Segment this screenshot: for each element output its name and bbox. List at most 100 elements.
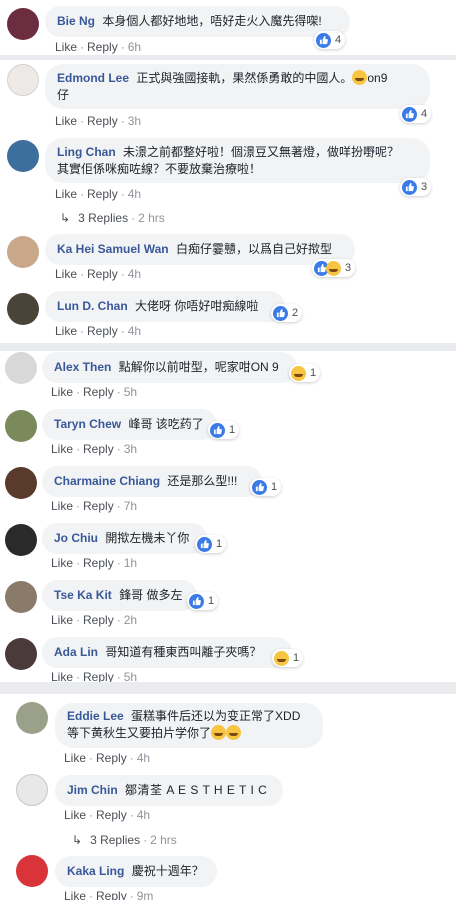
avatar[interactable] [16, 702, 48, 734]
comment-text: 點解你以前咁型，呢家咁ON 9 [118, 360, 279, 374]
reactions[interactable]: 1 [208, 421, 240, 439]
thumbs-up-icon [316, 32, 331, 48]
commenter-name[interactable]: Kaka Ling [67, 864, 124, 878]
avatar[interactable] [7, 140, 39, 172]
commenter-name[interactable]: Charmaine Chiang [54, 474, 160, 488]
commenter-name[interactable]: Alex Then [54, 360, 111, 374]
like-link[interactable]: Like [55, 114, 77, 128]
comment-bubble: Lun D. Chan 大佬呀 你唔好咁痴線啦 [45, 291, 285, 322]
like-link[interactable]: Like [51, 556, 73, 570]
avatar[interactable] [5, 524, 37, 556]
reply-link[interactable]: Reply [96, 808, 127, 822]
reply-link[interactable]: Reply [87, 114, 118, 128]
reply-link[interactable]: Reply [83, 442, 114, 456]
timestamp[interactable]: 4h [137, 751, 150, 765]
like-link[interactable]: Like [64, 889, 86, 900]
commenter-name[interactable]: Tse Ka Kit [54, 588, 112, 602]
thumbs-up-icon [189, 593, 204, 609]
comment-text: 鋒哥 做多左 [119, 588, 183, 602]
laughing-emoji-icon [291, 365, 306, 381]
commenter-name[interactable]: Jo Chiu [54, 531, 98, 545]
like-link[interactable]: Like [64, 808, 86, 822]
reactions[interactable]: 3 [400, 178, 432, 196]
reply-link[interactable]: Reply [87, 267, 118, 281]
commenter-name[interactable]: Lun D. Chan [57, 299, 128, 313]
laughing-emoji-icon [352, 70, 368, 85]
timestamp[interactable]: 3h [128, 114, 141, 128]
commenter-name[interactable]: Jim Chin [67, 783, 118, 797]
laughing-emoji-icon [274, 650, 289, 666]
reply-link[interactable]: Reply [83, 499, 114, 513]
reply-link[interactable]: Reply [83, 556, 114, 570]
thumbs-up-icon [252, 479, 267, 495]
avatar[interactable] [16, 855, 48, 887]
reactions[interactable]: 1 [272, 649, 304, 667]
like-link[interactable]: Like [51, 499, 73, 513]
reply-link[interactable]: Reply [87, 324, 118, 338]
reaction-count: 3 [421, 181, 428, 193]
comment-bubble: Taryn Chew 峰哥 该吃药了 [42, 409, 217, 440]
avatar[interactable] [16, 774, 48, 806]
comment-text: 蛋糕事件后还以为变正常了XDD [131, 709, 301, 723]
like-link[interactable]: Like [64, 751, 86, 765]
avatar[interactable] [5, 581, 37, 613]
reactions[interactable]: 1 [195, 535, 227, 553]
timestamp[interactable]: 5h [124, 670, 137, 682]
like-link[interactable]: Like [55, 187, 77, 201]
commenter-name[interactable]: Bie Ng [57, 14, 95, 28]
like-link[interactable]: Like [51, 613, 73, 627]
view-replies-link[interactable]: ↳ 3 Replies · 2 hrs [60, 211, 165, 225]
timestamp[interactable]: 4h [128, 324, 141, 338]
laughing-emoji-icon [226, 725, 242, 740]
reply-link[interactable]: Reply [96, 751, 127, 765]
reactions[interactable]: 4 [314, 31, 346, 49]
commenter-name[interactable]: Eddie Lee [67, 709, 124, 723]
avatar[interactable] [5, 467, 37, 499]
like-link[interactable]: Like [51, 385, 73, 399]
timestamp[interactable]: 6h [128, 40, 141, 54]
reply-link[interactable]: Reply [87, 40, 118, 54]
commenter-name[interactable]: Ling Chan [57, 145, 116, 159]
reply-link[interactable]: Reply [83, 613, 114, 627]
comment-actions: Like · Reply · 5h [51, 385, 138, 399]
comment-actions: Like · Reply · 9m [64, 889, 153, 900]
view-replies-link[interactable]: ↳ 3 Replies · 2 hrs [72, 833, 177, 847]
like-link[interactable]: Like [55, 40, 77, 54]
like-link[interactable]: Like [51, 670, 73, 682]
reply-link[interactable]: Reply [96, 889, 127, 900]
commenter-name[interactable]: Edmond Lee [57, 71, 129, 85]
avatar[interactable] [7, 293, 39, 325]
avatar[interactable] [7, 8, 39, 40]
timestamp[interactable]: 4h [128, 187, 141, 201]
commenter-name[interactable]: Taryn Chew [54, 417, 121, 431]
timestamp[interactable]: 9m [137, 889, 154, 900]
reply-link[interactable]: Reply [87, 187, 118, 201]
timestamp[interactable]: 5h [124, 385, 137, 399]
timestamp[interactable]: 2h [124, 613, 137, 627]
reactions[interactable]: 1 [289, 364, 321, 382]
reply-link[interactable]: Reply [83, 670, 114, 682]
commenter-name[interactable]: Ada Lin [54, 645, 98, 659]
reactions[interactable]: 4 [400, 105, 432, 123]
like-link[interactable]: Like [55, 267, 77, 281]
avatar[interactable] [7, 64, 39, 96]
reactions[interactable]: 1 [250, 478, 282, 496]
like-link[interactable]: Like [55, 324, 77, 338]
avatar[interactable] [5, 410, 37, 442]
commenter-name[interactable]: Ka Hei Samuel Wan [57, 242, 169, 256]
timestamp[interactable]: 4h [128, 267, 141, 281]
reply-link[interactable]: Reply [83, 385, 114, 399]
timestamp[interactable]: 3h [124, 442, 137, 456]
reactions[interactable]: 1 [187, 592, 219, 610]
comment-bubble: Eddie Lee 蛋糕事件后还以为变正常了XDD 等下黄秋生又要拍片学你了 [55, 703, 323, 748]
avatar[interactable] [7, 236, 39, 268]
timestamp[interactable]: 4h [137, 808, 150, 822]
timestamp[interactable]: 7h [124, 499, 137, 513]
avatar[interactable] [5, 638, 37, 670]
like-link[interactable]: Like [51, 442, 73, 456]
reactions[interactable]: 3 [312, 259, 356, 277]
timestamp[interactable]: 1h [124, 556, 137, 570]
comment-bubble: Tse Ka Kit 鋒哥 做多左 [42, 580, 197, 611]
reactions[interactable]: 2 [271, 304, 303, 322]
avatar[interactable] [5, 352, 37, 384]
